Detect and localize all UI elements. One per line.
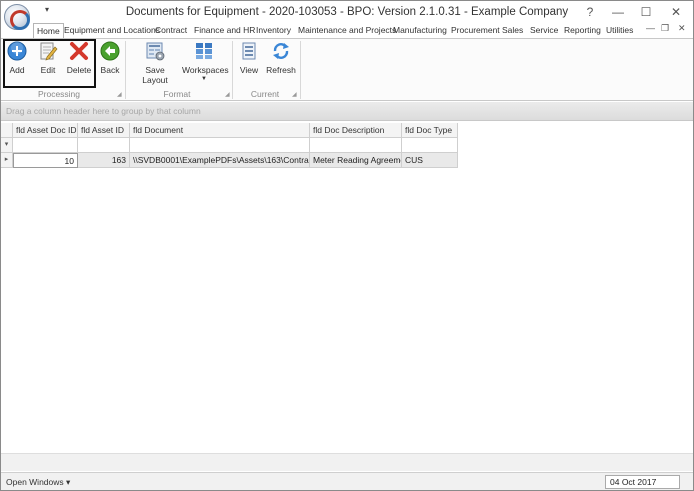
processing-launcher-icon[interactable]: ◢ xyxy=(117,91,122,98)
tab-finance-and-hr[interactable]: Finance and HR xyxy=(194,23,255,38)
open-windows-menu[interactable]: Open Windows ▾ xyxy=(6,477,70,488)
table-cell[interactable]: 10 xyxy=(13,153,78,168)
filter-cell-asset-doc-id[interactable] xyxy=(13,138,78,153)
group-by-hint: Drag a column header here to group by th… xyxy=(6,106,201,116)
filter-cell-doc-description[interactable] xyxy=(310,138,402,153)
save-layout-label: Save Layout xyxy=(142,65,168,85)
column-header-asset-doc-id[interactable]: fld Asset Doc ID xyxy=(13,123,78,138)
minimize-button[interactable]: — xyxy=(603,3,633,21)
table-cell[interactable]: \\SVDB0001\ExamplePDFs\Assets\163\Contra… xyxy=(130,153,310,168)
column-header-document[interactable]: fld Document xyxy=(130,123,310,138)
back-arrow-icon xyxy=(100,41,120,61)
tab-maintenance-and-projects[interactable]: Maintenance and Projects xyxy=(298,23,396,38)
row-indicator-icon[interactable]: ▸ xyxy=(1,153,13,168)
filter-cell-document[interactable] xyxy=(130,138,310,153)
menu-tabs: Home Equipment and Locations Contract Fi… xyxy=(1,23,693,38)
maximize-button[interactable]: ☐ xyxy=(631,3,661,21)
tab-contract[interactable]: Contract xyxy=(155,23,187,38)
table-cell[interactable]: 163 xyxy=(78,153,130,168)
filter-row-icon: ▾ xyxy=(1,138,13,153)
column-header-doc-description[interactable]: fld Doc Description xyxy=(310,123,402,138)
view-icon xyxy=(242,42,256,60)
format-launcher-icon[interactable]: ◢ xyxy=(225,91,230,98)
current-launcher-icon[interactable]: ◢ xyxy=(292,91,297,98)
refresh-label: Refresh xyxy=(266,65,296,75)
tab-home[interactable]: Home xyxy=(33,23,64,38)
tab-utilities[interactable]: Utilities xyxy=(606,23,633,38)
status-date[interactable]: 04 Oct 2017 xyxy=(605,475,680,489)
refresh-icon xyxy=(273,43,289,59)
view-button[interactable]: View xyxy=(238,41,260,81)
close-button[interactable]: ✕ xyxy=(661,3,691,21)
help-button[interactable]: ? xyxy=(575,3,605,21)
group-separator xyxy=(300,41,301,99)
tab-sales[interactable]: Sales xyxy=(502,23,523,38)
tab-inventory[interactable]: Inventory xyxy=(256,23,291,38)
app-logo-icon[interactable] xyxy=(4,4,30,30)
save-layout-icon xyxy=(146,42,165,61)
table-cell[interactable]: CUS xyxy=(402,153,458,168)
back-button[interactable]: Back xyxy=(98,41,122,81)
tab-procurement[interactable]: Procurement xyxy=(451,23,500,38)
processing-highlight-box xyxy=(3,39,96,88)
group-processing-label: Processing xyxy=(37,89,81,99)
back-label: Back xyxy=(100,65,120,75)
mdi-restore-button[interactable]: ❐ xyxy=(661,23,669,34)
tab-service[interactable]: Service xyxy=(530,23,558,38)
group-separator xyxy=(125,41,126,99)
status-bar: Open Windows ▾ 04 Oct 2017 xyxy=(1,472,693,490)
grid-corner xyxy=(1,123,13,138)
tab-manufacturing[interactable]: Manufacturing xyxy=(393,23,447,38)
filter-cell-asset-id[interactable] xyxy=(78,138,130,153)
view-label: View xyxy=(239,65,259,75)
refresh-button[interactable]: Refresh xyxy=(265,41,297,81)
app-window: ▾ Documents for Equipment - 2020-103053 … xyxy=(0,0,694,491)
mdi-close-button[interactable]: ✕ xyxy=(678,23,686,34)
workspaces-icon xyxy=(196,43,212,59)
filter-cell-doc-type[interactable] xyxy=(402,138,458,153)
group-by-panel[interactable]: Drag a column header here to group by th… xyxy=(1,102,693,121)
group-format-label: Format xyxy=(163,89,191,99)
title-bar: ▾ Documents for Equipment - 2020-103053 … xyxy=(1,1,693,23)
grid-footer xyxy=(1,453,693,471)
workspaces-button[interactable]: Workspaces ▼ xyxy=(182,41,229,82)
mdi-minimize-button[interactable]: — xyxy=(646,23,655,33)
tab-reporting[interactable]: Reporting xyxy=(564,23,601,38)
workspaces-label: Workspaces xyxy=(182,65,229,75)
group-current-label: Current xyxy=(250,89,280,99)
tab-equipment-and-locations[interactable]: Equipment and Locations xyxy=(64,23,160,38)
column-header-doc-type[interactable]: fld Doc Type xyxy=(402,123,458,138)
column-header-asset-id[interactable]: fld Asset ID xyxy=(78,123,130,138)
ribbon: Add Edit Delete Back Processing ◢ Save L… xyxy=(1,38,693,101)
table-cell[interactable]: Meter Reading Agreement xyxy=(310,153,402,168)
save-layout-button[interactable]: Save Layout xyxy=(132,41,178,85)
chevron-down-icon: ▼ xyxy=(201,76,207,82)
